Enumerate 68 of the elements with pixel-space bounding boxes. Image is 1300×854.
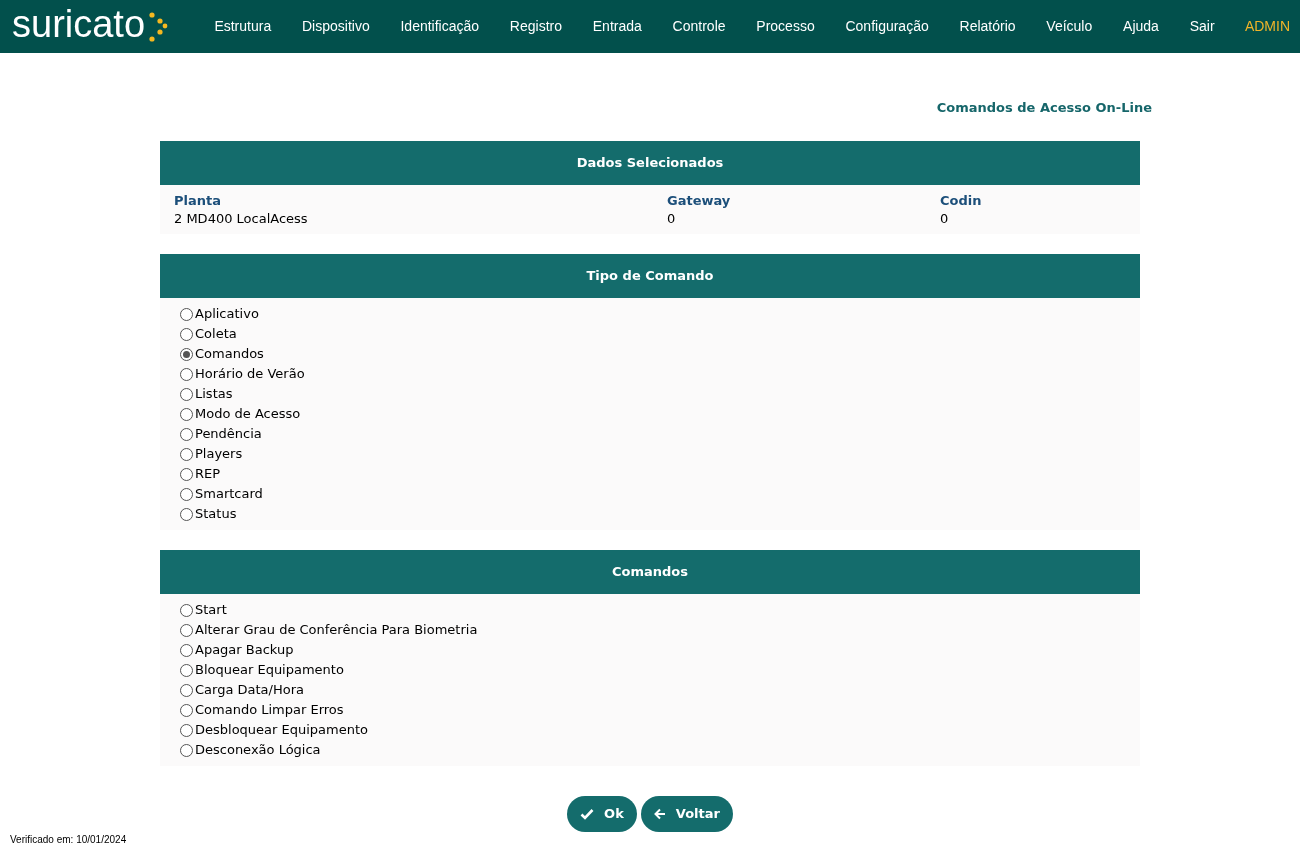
field-label: Gateway	[667, 192, 731, 210]
radio-label: Start	[195, 601, 227, 620]
logo-text: suricato	[12, 4, 146, 43]
field-value: 0	[940, 210, 949, 228]
radio-button[interactable]	[180, 703, 193, 717]
radio-button[interactable]	[180, 387, 193, 401]
back-button[interactable]: Voltar	[640, 796, 733, 832]
field-value: 0	[667, 210, 676, 228]
radio-label: Alterar Grau de Conferência Para Biometria	[195, 621, 478, 640]
radio-button[interactable]	[180, 643, 193, 657]
nav-link[interactable]: Identificação	[385, 16, 495, 37]
radio-label: Pendência	[195, 425, 262, 444]
radio-button[interactable]	[180, 307, 193, 321]
nav-link[interactable]: Processo	[740, 16, 831, 37]
radio-label: Apagar Backup	[195, 641, 294, 660]
section-header: Dados Selecionados	[160, 141, 1140, 185]
nav-link[interactable]: Sair	[1174, 16, 1230, 37]
radio-button[interactable]	[180, 663, 193, 677]
nav-link[interactable]: Registro	[494, 16, 578, 37]
radio-label: Desbloquear Equipamento	[195, 721, 369, 740]
radio-label: Listas	[195, 385, 233, 404]
radio-label: Coleta	[195, 325, 237, 344]
field-label: Codin	[940, 192, 982, 210]
page-title: Comandos de Acesso On-Line	[936, 100, 1152, 115]
nav-link[interactable]: Configuração	[830, 16, 945, 37]
radio-label: REP	[195, 465, 221, 484]
radio-label: Horário de Verão	[195, 365, 305, 384]
nav-link[interactable]: Ajuda	[1107, 16, 1175, 37]
radio-button[interactable]	[180, 407, 193, 421]
radio-label: Modo de Acesso	[195, 405, 301, 424]
radio-label: Comandos	[195, 345, 264, 364]
radio-button[interactable]	[180, 487, 193, 501]
radio-button[interactable]	[180, 723, 193, 737]
radio-button[interactable]	[180, 507, 193, 521]
radio-button[interactable]	[180, 447, 193, 461]
radio-button[interactable]	[180, 467, 193, 481]
radio-label: Players	[195, 445, 243, 464]
field-value: 2 MD400 LocalAcess	[174, 210, 308, 228]
radio-button[interactable]	[180, 743, 193, 757]
section-header: Comandos	[160, 550, 1140, 594]
radio-button[interactable]	[180, 367, 193, 381]
radio-button[interactable]	[180, 347, 193, 361]
radio-button[interactable]	[180, 623, 193, 637]
nav-link[interactable]: Estrutura	[199, 16, 287, 37]
radio-button[interactable]	[180, 683, 193, 697]
radio-label: Status	[195, 505, 237, 524]
check-icon	[580, 808, 595, 820]
field-label: Planta	[174, 192, 221, 210]
section-header: Tipo de Comando	[160, 254, 1140, 298]
verified-date: Verificado em: 10/01/2024	[10, 833, 127, 847]
nav-link[interactable]: Dispositivo	[286, 16, 386, 37]
radio-label: Carga Data/Hora	[195, 681, 304, 700]
radio-label: Desconexão Lógica	[195, 741, 321, 760]
nav-link[interactable]: Relatório	[944, 16, 1031, 37]
radio-button[interactable]	[180, 603, 193, 617]
radio-label: Bloquear Equipamento	[195, 661, 344, 680]
radio-button[interactable]	[180, 427, 193, 441]
radio-label: Smartcard	[195, 485, 263, 504]
nav-link[interactable]: Veículo	[1030, 16, 1108, 37]
arrow-left-icon	[653, 808, 666, 820]
dots-logo-icon	[146, 9, 169, 44]
radio-button[interactable]	[180, 327, 193, 341]
nav-link[interactable]: Controle	[657, 16, 741, 37]
radio-label: Aplicativo	[195, 305, 259, 324]
ok-button[interactable]: Ok	[567, 796, 637, 832]
nav-link[interactable]: Entrada	[577, 16, 658, 37]
user-name: ADMIN	[1244, 17, 1290, 36]
radio-label: Comando Limpar Erros	[195, 701, 344, 720]
